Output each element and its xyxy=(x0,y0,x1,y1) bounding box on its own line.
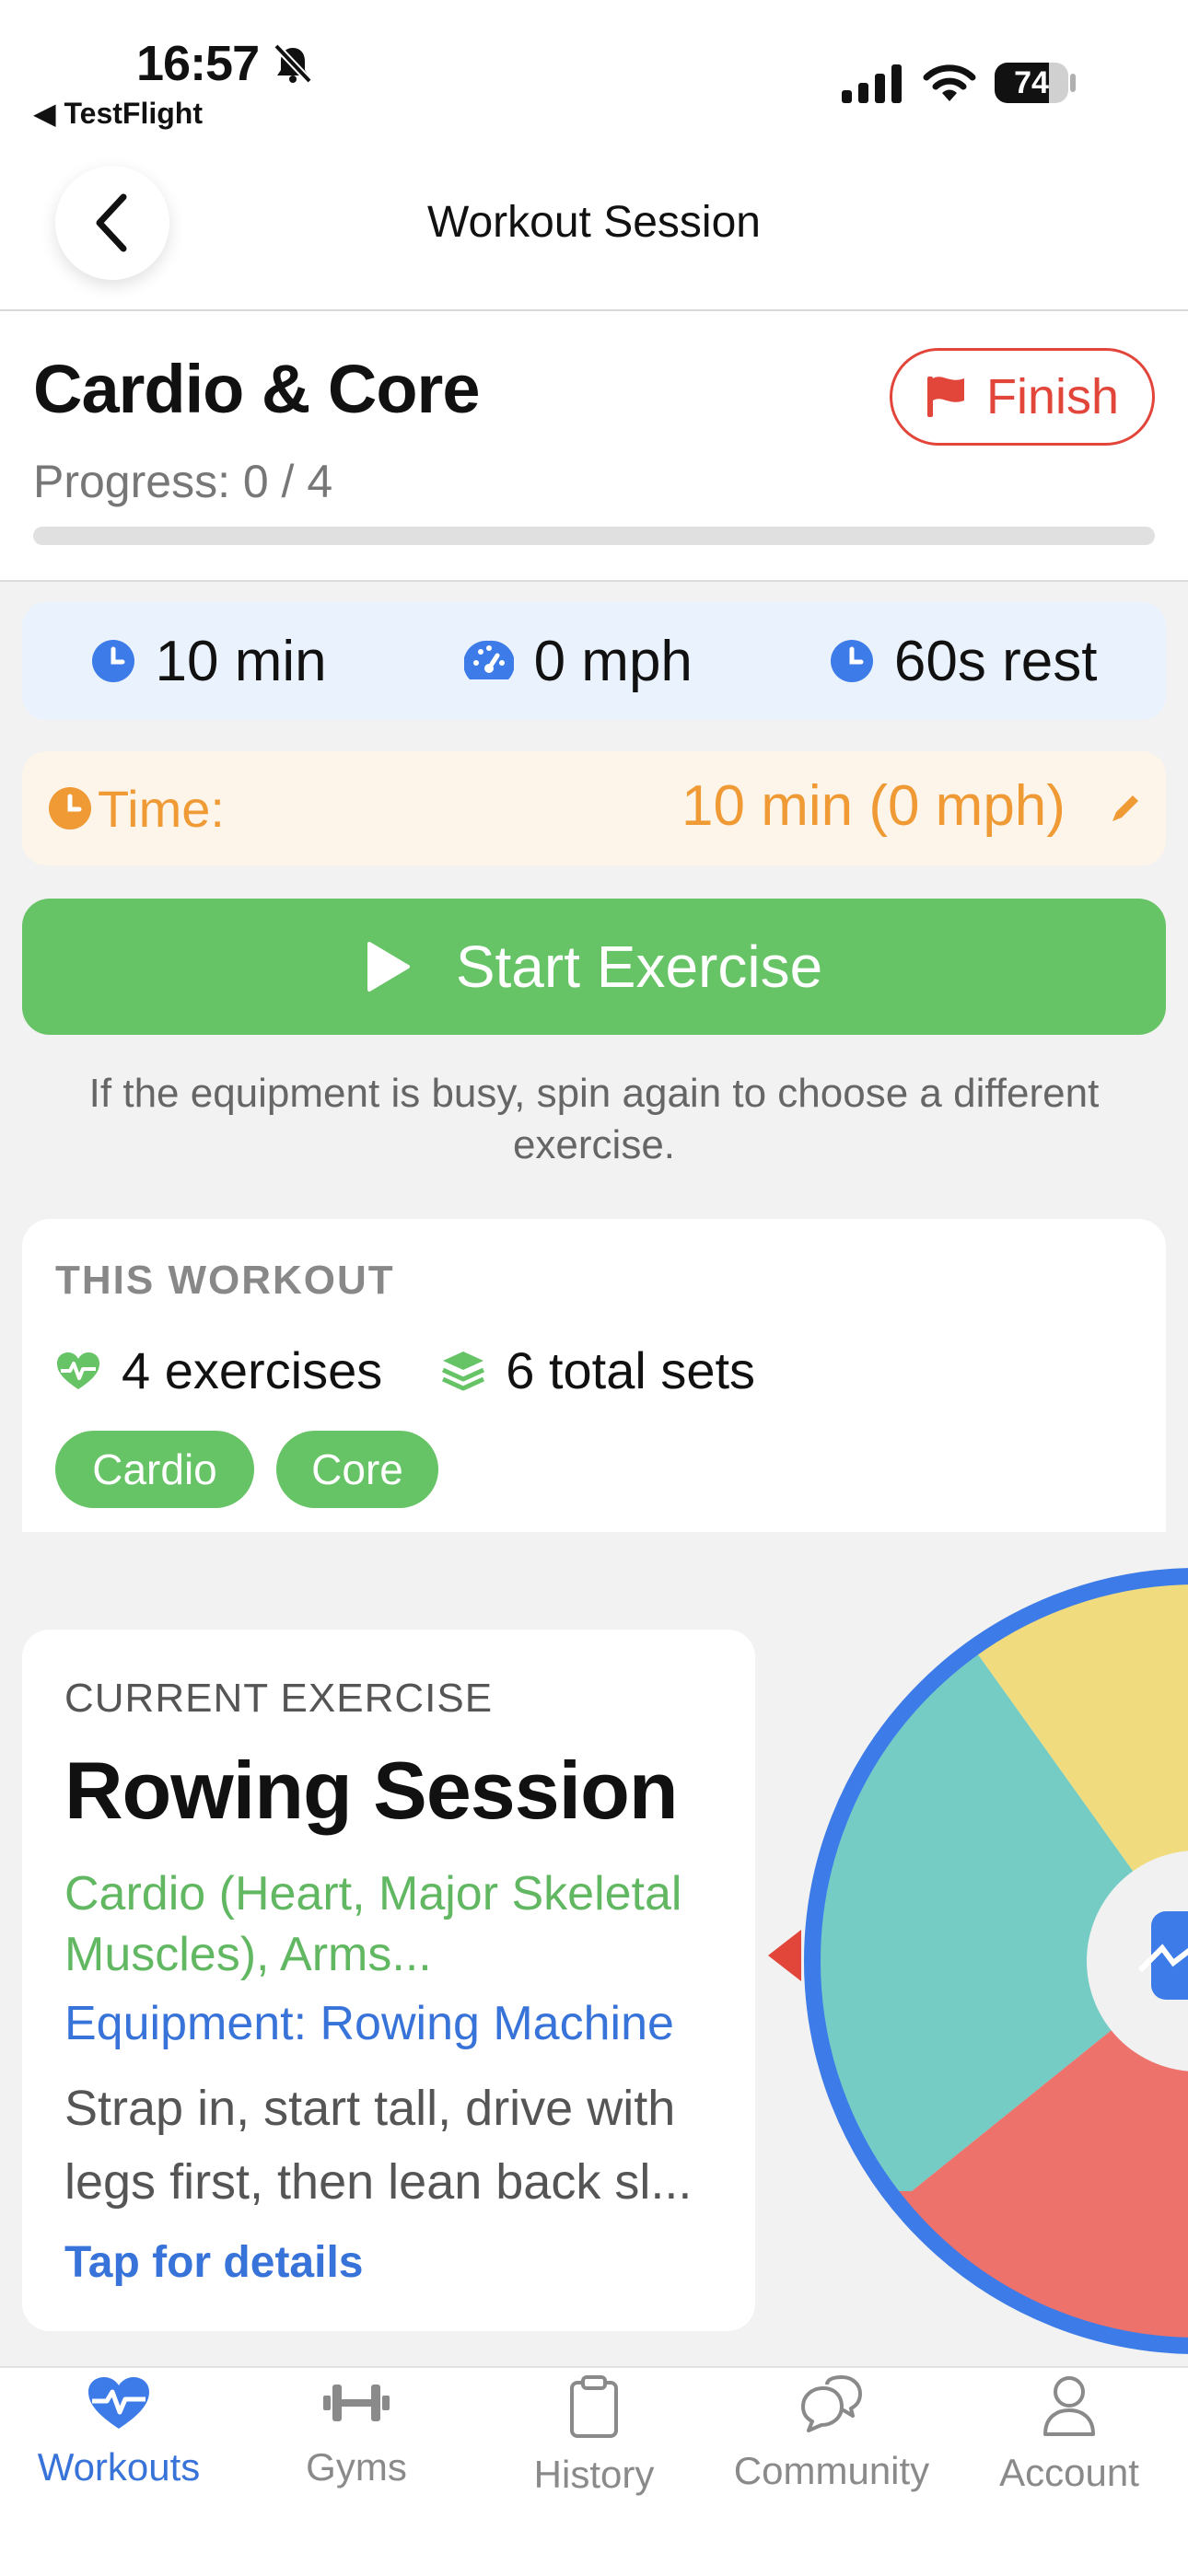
session-stats: 10 min 0 mph 60s rest xyxy=(22,602,1166,720)
start-exercise-label: Start Exercise xyxy=(455,934,823,1000)
layers-icon xyxy=(442,1351,485,1390)
tab-gyms-label: Gyms xyxy=(306,2445,407,2489)
clock-icon xyxy=(830,640,873,682)
time-label: Time: xyxy=(98,780,225,838)
stat-duration: 10 min xyxy=(91,629,327,694)
speedometer-icon xyxy=(463,640,514,679)
tap-for-details-link[interactable]: Tap for details xyxy=(64,2237,364,2288)
clipboard-icon xyxy=(570,2375,618,2438)
spin-hint: If the equipment is busy, spin again to … xyxy=(88,1071,1100,1167)
exercise-muscles: Cardio (Heart, Major Skeletal Muscles), … xyxy=(64,1867,682,1981)
flag-icon xyxy=(926,377,964,417)
progress-text: Progress: 0 / 4 xyxy=(33,456,333,507)
tab-account-label: Account xyxy=(999,2451,1139,2494)
start-exercise-button[interactable]: Start Exercise xyxy=(22,899,1166,1035)
total-sets: 6 total sets xyxy=(506,1341,756,1399)
exercise-description: Strap in, start tall, drive with legs fi… xyxy=(64,2081,693,2210)
stat-rest-label: 60s rest xyxy=(893,629,1098,693)
tab-community-label: Community xyxy=(733,2449,930,2492)
status-time: 16:57 xyxy=(136,36,260,91)
tag-core: Core xyxy=(276,1431,438,1508)
tab-history-label: History xyxy=(533,2453,655,2496)
tag-cardio: Cardio xyxy=(55,1431,254,1508)
tab-community[interactable]: Community xyxy=(713,2375,950,2493)
person-icon xyxy=(1043,2376,1095,2436)
this-workout-stats: 4 exercises 6 total sets xyxy=(55,1340,755,1400)
page-title: Workout Session xyxy=(427,198,761,247)
bell-muted-icon xyxy=(274,43,312,84)
battery-level: 74 xyxy=(1014,65,1049,100)
exercise-spin-wheel[interactable] xyxy=(801,1565,1188,2357)
stat-speed: 0 mph xyxy=(463,629,693,694)
battery-icon: 74 xyxy=(995,63,1068,103)
tab-account[interactable]: Account xyxy=(950,2375,1188,2495)
stat-duration-label: 10 min xyxy=(155,629,327,693)
cellular-signal-icon xyxy=(842,64,902,103)
finish-label: Finish xyxy=(985,369,1120,424)
tab-workouts[interactable]: Workouts xyxy=(0,2375,238,2489)
progress-bar xyxy=(33,527,1155,545)
tab-workouts-label: Workouts xyxy=(37,2445,201,2489)
current-exercise-heading: CURRENT EXERCISE xyxy=(64,1676,494,1721)
exercise-title: Rowing Session xyxy=(64,1745,679,1836)
stat-speed-label: 0 mph xyxy=(533,629,693,693)
exercise-equipment: Equipment: Rowing Machine xyxy=(64,1997,674,2050)
heart-pulse-icon xyxy=(57,1352,99,1389)
dumbbell-icon xyxy=(323,2385,390,2421)
this-workout-heading: THIS WORKOUT xyxy=(55,1258,395,1303)
stat-rest: 60s rest xyxy=(830,629,1098,694)
workout-title: Cardio & Core xyxy=(33,351,481,427)
pencil-icon[interactable] xyxy=(1107,790,1144,827)
wheel-pointer-icon xyxy=(768,1930,801,1981)
chat-bubbles-icon xyxy=(801,2375,862,2432)
heart-pulse-icon xyxy=(88,2377,149,2429)
time-value: 10 min (0 mph) xyxy=(681,774,1066,838)
battery-cap xyxy=(1070,74,1076,92)
clock-icon xyxy=(49,787,91,830)
clock-icon xyxy=(91,640,134,682)
play-icon xyxy=(367,942,410,992)
tab-gyms[interactable]: Gyms xyxy=(238,2375,475,2489)
exercise-count: 4 exercises xyxy=(122,1341,383,1399)
finish-button[interactable]: Finish xyxy=(890,348,1155,446)
wifi-icon xyxy=(923,64,976,101)
tab-history[interactable]: History xyxy=(475,2375,713,2497)
back-to-testflight[interactable]: ◀ TestFlight xyxy=(33,96,203,131)
